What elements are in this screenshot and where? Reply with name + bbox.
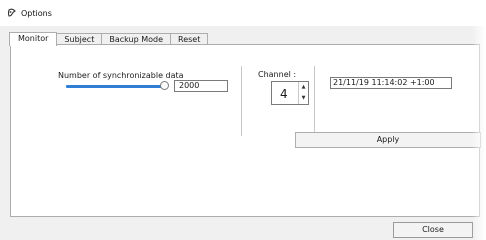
window-title: Options bbox=[21, 9, 52, 18]
channel-spinner[interactable]: 4 ▲ ▼ bbox=[271, 81, 309, 105]
sync-data-slider[interactable] bbox=[66, 85, 168, 88]
sync-data-label: Number of synchronizable data bbox=[58, 71, 184, 80]
spin-up-icon[interactable]: ▲ bbox=[299, 82, 308, 93]
tab-monitor[interactable]: Monitor bbox=[9, 32, 58, 46]
divider bbox=[314, 66, 315, 136]
monitor-panel bbox=[10, 44, 480, 217]
datetime-field[interactable]: 21/11/19 11:14:02 +1:00 bbox=[330, 77, 452, 89]
apply-button[interactable]: Apply bbox=[295, 132, 481, 148]
spin-buttons: ▲ ▼ bbox=[298, 82, 308, 104]
divider bbox=[241, 66, 242, 136]
options-window: Options Monitor Subject Backup Mode Rese… bbox=[0, 0, 486, 240]
channel-value[interactable]: 4 bbox=[280, 87, 288, 101]
sync-data-input[interactable]: 2000 bbox=[174, 80, 228, 92]
spin-down-icon[interactable]: ▼ bbox=[299, 93, 308, 104]
title-bar: Options bbox=[0, 0, 486, 26]
channel-label: Channel : bbox=[258, 70, 297, 79]
edge-fade bbox=[472, 0, 486, 240]
close-button[interactable]: Close bbox=[393, 222, 473, 238]
options-app-icon bbox=[7, 8, 16, 17]
slider-thumb[interactable] bbox=[160, 81, 169, 90]
